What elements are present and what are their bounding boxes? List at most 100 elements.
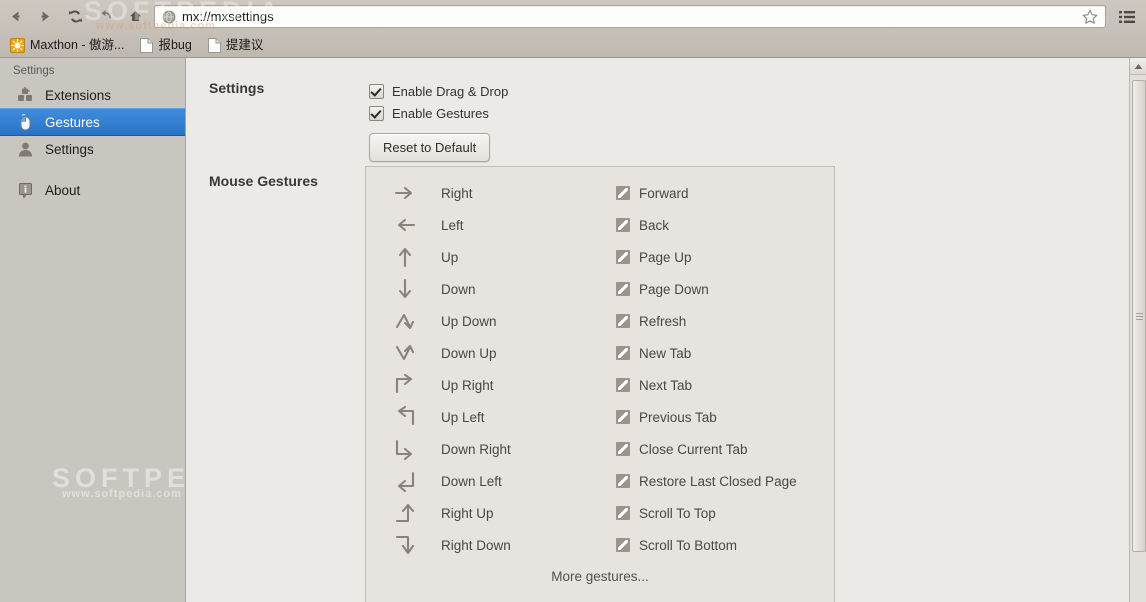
gesture-row[interactable]: Down Right Close Current Tab [366,433,834,465]
edit-icon[interactable] [616,378,630,392]
gesture-action[interactable]: Close Current Tab [616,442,748,457]
scrollbar-grip [1136,313,1143,320]
gesture-row[interactable]: Down Left Restore Last Closed Page [366,465,834,497]
gesture-action[interactable]: Refresh [616,314,686,329]
arrow-right-icon [392,182,418,204]
gesture-definition: Right Up [366,502,616,524]
page-icon [140,38,154,53]
sidebar: Settings Extensions Gestures Settings Ab… [0,58,247,602]
edit-icon[interactable] [616,250,630,264]
sidebar-item-about[interactable]: About [0,177,185,203]
sidebar-item-label: Extensions [45,87,112,103]
edit-icon[interactable] [616,410,630,424]
sidebar-item-settings[interactable]: Settings [0,136,185,162]
checkbox-label: Enable Drag & Drop [392,83,509,99]
edit-icon[interactable] [616,282,630,296]
vertical-scrollbar[interactable] [1129,58,1146,602]
gesture-row[interactable]: Up Page Up [366,241,834,273]
gesture-row[interactable]: Right Down Scroll To Bottom [366,529,834,561]
undo-button[interactable] [90,4,120,30]
gesture-definition: Up [366,246,616,268]
user-icon [16,140,34,158]
gesture-row[interactable]: Up Down Refresh [366,305,834,337]
bookmark-item[interactable]: 提建议 [207,38,263,53]
arrow-up-down-icon [392,310,418,332]
gesture-action-label: Previous Tab [639,409,717,425]
arrow-down-icon [392,278,418,300]
gesture-definition: Up Right [366,374,616,396]
mouse-icon [16,113,34,131]
address-bar[interactable]: mx://mxsettings [154,5,1106,28]
gesture-action[interactable]: Restore Last Closed Page [616,474,797,489]
gesture-name: Up Down [441,313,497,329]
gesture-row[interactable]: Right Up Scroll To Top [366,497,834,529]
edit-icon[interactable] [616,442,630,456]
gesture-row[interactable]: Up Left Previous Tab [366,401,834,433]
arrow-down-up-icon [392,342,418,364]
arrow-up-left-icon [392,406,418,428]
gesture-action[interactable]: Forward [616,186,689,201]
reload-button[interactable] [60,4,90,30]
forward-button[interactable] [30,4,60,30]
gesture-row[interactable]: Right Forward [366,177,834,209]
gesture-name: Right Down [441,537,511,553]
gesture-row[interactable]: Down Up New Tab [366,337,834,369]
sidebar-title: Settings [13,65,55,77]
gesture-row[interactable]: Left Back [366,209,834,241]
gesture-name: Down Left [441,473,502,489]
hamburger-menu-icon[interactable] [1114,4,1140,30]
arrow-right-down-icon [392,534,418,556]
edit-icon[interactable] [616,346,630,360]
bookmark-label: 报bug [158,38,192,53]
option-enable-drag-drop[interactable]: Enable Drag & Drop [369,80,508,102]
gesture-action[interactable]: New Tab [616,346,691,361]
edit-icon[interactable] [616,314,630,328]
gesture-action-label: Back [639,217,670,233]
gesture-name: Down Right [441,441,511,457]
back-button[interactable] [0,4,30,30]
checkbox-gestures[interactable] [369,105,384,121]
settings-page: Settings Extensions Gestures Settings Ab… [0,58,1146,602]
more-gestures-link[interactable]: More gestures... [366,569,834,584]
gesture-name: Down [441,281,476,297]
sidebar-item-extensions[interactable]: Extensions [0,82,185,108]
home-button[interactable] [120,4,150,30]
gesture-action[interactable]: Next Tab [616,378,692,393]
gesture-action-label: Close Current Tab [639,441,748,457]
star-icon[interactable] [1081,8,1099,26]
edit-icon[interactable] [616,506,630,520]
navigation-toolbar: mx://mxsettings [0,0,1146,33]
gesture-action-label: New Tab [639,345,692,361]
gesture-definition: Right Down [366,534,616,556]
gesture-action[interactable]: Previous Tab [616,410,717,425]
bookmark-item[interactable]: Maxthon - 傲游... [10,38,124,53]
gesture-action[interactable]: Page Up [616,250,692,265]
sidebar-item-label: Settings [45,141,94,157]
gesture-definition: Up Down [366,310,616,332]
bookmark-item[interactable]: 报bug [140,38,192,53]
address-bar-text[interactable]: mx://mxsettings [182,9,274,24]
gesture-name: Up [441,249,459,265]
edit-icon[interactable] [616,538,630,552]
gesture-action[interactable]: Scroll To Top [616,506,716,521]
edit-icon[interactable] [616,218,630,232]
edit-icon[interactable] [616,474,630,488]
gesture-action[interactable]: Page Down [616,282,709,297]
gesture-row[interactable]: Down Page Down [366,273,834,305]
gesture-row[interactable]: Up Right Next Tab [366,369,834,401]
gesture-definition: Up Left [366,406,616,428]
scroll-up-button[interactable] [1130,58,1146,75]
reset-to-default-button[interactable]: Reset to Default [369,133,491,162]
scrollbar-thumb[interactable] [1132,80,1146,552]
checkbox-drag-drop[interactable] [369,83,384,99]
gesture-action[interactable]: Scroll To Bottom [616,538,737,553]
gesture-action[interactable]: Back [616,218,669,233]
edit-icon[interactable] [616,186,630,200]
sidebar-item-gestures[interactable]: Gestures [0,108,185,136]
gesture-action-label: Refresh [639,313,687,329]
gesture-name: Down Up [441,345,497,361]
gesture-action-label: Restore Last Closed Page [639,473,797,489]
globe-icon [161,9,177,25]
option-enable-gestures[interactable]: Enable Gestures [369,102,508,124]
gesture-name: Up Right [441,377,494,393]
